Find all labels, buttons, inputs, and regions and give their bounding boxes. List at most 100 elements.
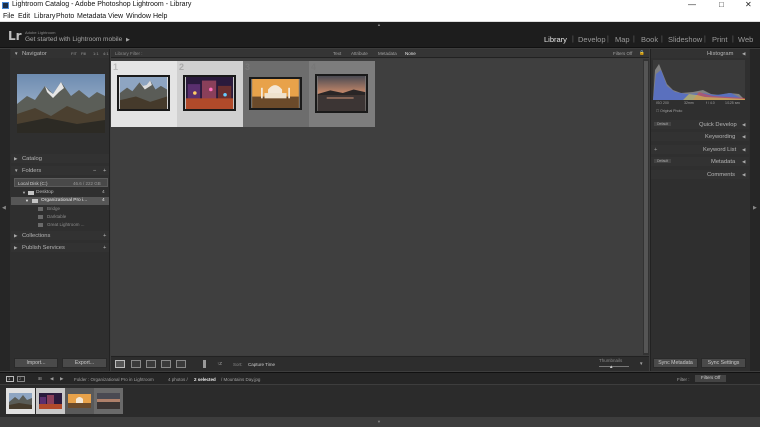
navigator-preview[interactable]	[17, 74, 105, 133]
folder-desktop[interactable]: ▼ Desktop 4	[11, 189, 109, 197]
histogram-header[interactable]: Histogram ◀	[651, 49, 749, 58]
module-library[interactable]: Library	[544, 35, 567, 44]
photo-city-night[interactable]	[183, 75, 236, 111]
filter-metadata[interactable]: Metadata	[378, 51, 397, 56]
add-folder-icon[interactable]: +	[103, 168, 106, 174]
publish-services-header[interactable]: ▶ Publish Services +	[11, 243, 109, 252]
collapse-bottom-icon[interactable]: ▼	[377, 419, 381, 424]
nav-zoom-fill[interactable]: Fill	[81, 51, 86, 56]
volume-row[interactable]: Local Disk (C:) 46.6 / 222 GB	[14, 178, 108, 187]
secondary-window-icon[interactable]: 2	[17, 376, 25, 382]
minimize-icon[interactable]: —	[688, 0, 696, 9]
folders-header[interactable]: ▼ Folders − +	[11, 166, 109, 175]
folder-path[interactable]: Folder : Organizational Pro in Lightroom	[74, 377, 154, 382]
subfolder-row[interactable]: Great Lightroom ...	[38, 222, 98, 229]
nav-zoom-4-1[interactable]: 4:1	[103, 51, 109, 56]
metadata-header[interactable]: Default Metadata ◀	[651, 157, 749, 166]
menu-edit[interactable]: Edit	[18, 13, 30, 20]
histogram-graph[interactable]	[653, 60, 745, 100]
keyword-list-header[interactable]: + Keyword List ◀	[651, 145, 749, 154]
photo-taj-mahal[interactable]	[249, 77, 302, 110]
grid-cell[interactable]: 3	[243, 61, 309, 127]
sync-metadata-button[interactable]: Sync Metadata	[653, 358, 698, 368]
collapse-right-icon[interactable]: ▶	[753, 205, 757, 211]
quick-develop-dropdown[interactable]: Default	[654, 121, 672, 126]
export-button[interactable]: Export...	[62, 358, 107, 368]
quick-develop-header[interactable]: Default Quick Develop ◀	[651, 120, 749, 129]
back-arrow-icon[interactable]: ◀	[50, 376, 53, 382]
photo-sunset-lake[interactable]	[315, 74, 368, 113]
navigator-header[interactable]: ▼ Navigator FIT Fill 1:1 4:1	[11, 49, 109, 58]
collapse-top-icon[interactable]: ▲	[377, 22, 381, 27]
primary-window-icon[interactable]: 1	[6, 376, 14, 382]
collapse-left-icon[interactable]: ◀	[2, 205, 6, 211]
survey-view-icon[interactable]	[161, 360, 171, 368]
identity-main-text[interactable]: Get started with Lightroom mobile ▶	[25, 36, 130, 43]
maximize-icon[interactable]: □	[719, 0, 724, 9]
filmstrip-photo-city-night[interactable]	[39, 393, 62, 409]
filmstrip-filter-dropdown[interactable]: Filters Off	[695, 375, 727, 382]
grid-scrollbar-thumb[interactable]	[644, 61, 648, 353]
filter-text[interactable]: Text	[333, 51, 341, 56]
menu-help[interactable]: Help	[153, 13, 167, 20]
module-develop[interactable]: Develop	[578, 35, 606, 44]
filmstrip-cell[interactable]	[6, 388, 35, 414]
module-web[interactable]: Web	[738, 35, 753, 44]
close-icon[interactable]: ✕	[745, 0, 752, 9]
import-button[interactable]: Import...	[14, 358, 58, 368]
histogram-original-toggle[interactable]: ☐ Original Photo	[656, 109, 682, 113]
collections-header[interactable]: ▶ Collections +	[11, 231, 109, 240]
people-view-icon[interactable]	[176, 360, 186, 368]
grid-scrollbar[interactable]	[643, 59, 649, 355]
compare-view-icon[interactable]	[146, 360, 156, 368]
toolbar-menu-icon[interactable]: ▼	[639, 361, 643, 366]
grid-cell[interactable]: 2	[177, 61, 243, 127]
grid-toggle-icon[interactable]: ⊞	[38, 376, 42, 382]
filmstrip-photo-sunset-lake[interactable]	[97, 393, 120, 409]
grid-cell[interactable]: 4	[309, 61, 375, 127]
filmstrip-cell[interactable]	[94, 388, 123, 414]
thumbnail-size-handle[interactable]: ▲	[609, 364, 613, 369]
forward-arrow-icon[interactable]: ▶	[60, 376, 63, 382]
library-toolbar: ↑Z Sort: Capture Time Thumbnails ▲ ▼	[111, 356, 649, 371]
add-collection-icon[interactable]: +	[103, 233, 106, 239]
menu-metadata[interactable]: Metadata	[77, 13, 106, 20]
photo-mountains[interactable]	[117, 75, 170, 111]
comments-header[interactable]: Comments ◀	[651, 170, 749, 179]
filmstrip-photo-taj-mahal[interactable]	[68, 394, 91, 408]
module-book[interactable]: Book	[641, 35, 658, 44]
filmstrip-cell[interactable]	[36, 388, 65, 414]
remove-folder-icon[interactable]: −	[93, 168, 96, 174]
catalog-header[interactable]: ▶ Catalog	[11, 154, 109, 163]
menu-file[interactable]: File	[3, 13, 14, 20]
add-keyword-icon[interactable]: +	[654, 147, 657, 153]
menu-library[interactable]: Library	[34, 13, 55, 20]
metadata-dropdown[interactable]: Default	[654, 158, 672, 163]
filter-attribute[interactable]: Attribute	[351, 51, 368, 56]
filmstrip-photo-mountains[interactable]	[9, 393, 32, 409]
nav-zoom-fit[interactable]: FIT	[71, 51, 77, 56]
module-map[interactable]: Map	[615, 35, 630, 44]
filter-none[interactable]: None	[405, 51, 416, 56]
keywording-header[interactable]: Keywording ◀	[651, 132, 749, 141]
menu-view[interactable]: View	[108, 13, 123, 20]
sort-direction-icon[interactable]: ↑Z	[217, 361, 222, 366]
current-file[interactable]: / Mountains Day.jpg	[221, 377, 260, 382]
sort-dropdown[interactable]: Capture Time	[248, 362, 275, 367]
module-slideshow[interactable]: Slideshow	[668, 35, 702, 44]
add-publish-icon[interactable]: +	[103, 245, 106, 251]
thumbnail-size-slider[interactable]	[599, 366, 629, 367]
grid-view-icon[interactable]	[115, 360, 125, 368]
painter-icon[interactable]	[203, 360, 206, 368]
menu-window[interactable]: Window	[126, 13, 151, 20]
folder-organizational[interactable]: ▼ Organizational Pro i... 4	[11, 197, 109, 205]
sync-settings-button[interactable]: Sync Settings	[701, 358, 746, 368]
nav-zoom-1-1[interactable]: 1:1	[93, 51, 99, 56]
module-print[interactable]: Print	[712, 35, 727, 44]
filters-off-dropdown[interactable]: Filters Off	[613, 51, 632, 56]
lock-icon[interactable]: 🔒	[639, 50, 645, 56]
grid-cell[interactable]: 1	[111, 61, 177, 127]
menu-photo[interactable]: Photo	[56, 13, 74, 20]
loupe-view-icon[interactable]	[131, 360, 141, 368]
filmstrip-cell[interactable]	[65, 388, 94, 414]
